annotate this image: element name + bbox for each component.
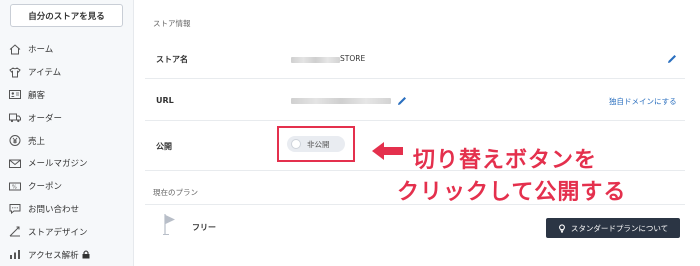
sidebar-item-access-analytics[interactable]: アクセス解析 (0, 243, 134, 266)
masked-store-name (291, 57, 340, 63)
sidebar-item-label: メールマガジン (28, 159, 88, 170)
sidebar-item-label: アクセス解析 (28, 250, 79, 261)
sidebar-item-sales[interactable]: 売上 (0, 129, 134, 152)
svg-text:%: % (12, 184, 17, 190)
standard-plan-button[interactable]: スタンダードプランについて (546, 218, 680, 238)
arrow-left-icon (372, 142, 403, 160)
chat-icon (8, 203, 22, 215)
annotation-line-2: クリックして公開する (397, 180, 627, 205)
publish-toggle[interactable]: 非公開 (287, 136, 345, 152)
sidebar-item-items[interactable]: アイテム (0, 61, 134, 84)
store-name-row: ストア名 STORE (145, 38, 685, 79)
location-pin-icon (558, 223, 566, 233)
lock-icon (82, 250, 90, 259)
chart-icon (8, 249, 22, 261)
sidebar-item-coupons[interactable]: % クーポン (0, 175, 134, 198)
sidebar-item-label: クーポン (28, 182, 63, 193)
sidebar-item-home[interactable]: ホーム (0, 38, 134, 61)
current-plan-title: 現在のプラン (153, 188, 198, 197)
sidebar-item-label: オーダー (28, 113, 63, 124)
sidebar-item-label: ストアデザイン (28, 227, 88, 238)
sidebar-nav: ホーム アイテム 顧客 オーダー 売上 メールマガジン % クーポン お問い合わ… (0, 38, 134, 266)
yen-icon (8, 135, 22, 147)
sidebar-item-inquiries[interactable]: お問い合わせ (0, 198, 134, 221)
store-name-value: STORE (340, 54, 366, 63)
view-store-button[interactable]: 自分のストアを見る (10, 4, 123, 27)
toggle-highlight-box: 非公開 (277, 126, 355, 162)
toggle-label: 非公開 (307, 139, 330, 149)
sidebar-item-label: ホーム (28, 45, 54, 56)
sidebar-item-customers[interactable]: 顧客 (0, 84, 134, 107)
main-content: ストア情報 ストア名 STORE URL 独自ドメインにする 公開 非公開 現在… (145, 0, 690, 266)
mail-icon (8, 157, 22, 169)
flag-icon (163, 212, 177, 236)
store-name-label: ストア名 (156, 55, 188, 64)
shirt-icon (8, 66, 22, 78)
truck-icon (8, 112, 22, 124)
sidebar-item-label: お問い合わせ (28, 204, 80, 215)
design-icon (8, 226, 22, 238)
sidebar-item-label: 顧客 (28, 90, 46, 101)
home-icon (8, 43, 22, 55)
url-row: URL 独自ドメインにする (145, 79, 685, 121)
standard-plan-button-label: スタンダードプランについて (570, 223, 669, 233)
public-label: 公開 (156, 142, 172, 151)
masked-url (291, 98, 391, 104)
store-info-title: ストア情報 (153, 19, 191, 28)
sidebar-item-label: アイテム (28, 68, 62, 79)
toggle-knob (291, 139, 301, 149)
edit-store-name-icon[interactable] (666, 53, 677, 64)
sidebar-item-store-design[interactable]: ストアデザイン (0, 220, 134, 243)
sidebar-item-label: 売上 (28, 136, 46, 147)
sidebar-item-mail-magazine[interactable]: メールマガジン (0, 152, 134, 175)
url-label: URL (156, 96, 174, 105)
coupon-icon: % (8, 180, 22, 192)
custom-domain-link[interactable]: 独自ドメインにする (609, 96, 677, 107)
id-card-icon (8, 89, 22, 101)
sidebar: 自分のストアを見る ホーム アイテム 顧客 オーダー 売上 メールマガジン % … (0, 0, 134, 266)
plan-name: フリー (192, 223, 216, 232)
annotation-line-1: 切り替えボタンを (413, 148, 598, 173)
sidebar-item-orders[interactable]: オーダー (0, 106, 134, 129)
edit-url-icon[interactable] (396, 95, 407, 106)
